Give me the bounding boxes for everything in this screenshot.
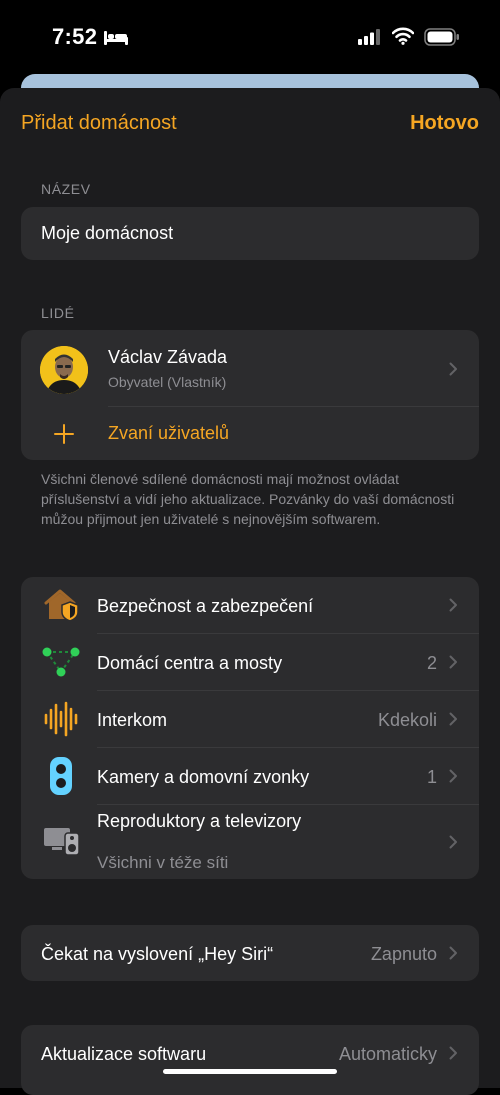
owner-row[interactable]: Václav Závada Obyvatel (Vlastník) xyxy=(21,330,479,407)
home-indicator[interactable] xyxy=(163,1069,337,1074)
settings-row-hubs[interactable]: Domácí centra a mosty 2 xyxy=(21,634,479,690)
plus-icon xyxy=(54,424,74,444)
chevron-right-icon xyxy=(449,835,457,849)
status-time: 7:52 xyxy=(52,24,98,49)
owner-role: Obyvatel (Vlastník) xyxy=(108,374,227,390)
done-button[interactable]: Hotovo xyxy=(410,112,479,135)
intercom-waveform-icon xyxy=(44,701,78,737)
chevron-right-icon xyxy=(449,362,457,376)
people-footer-note: Všichni členové sdílené domácnosti mají … xyxy=(41,471,455,527)
sheet-title: Přidat domácnost xyxy=(21,112,177,134)
settings-row-intercom[interactable]: Interkom Kdekoli xyxy=(21,691,479,747)
home-name-value[interactable]: Moje domácnost xyxy=(41,223,173,244)
chevron-right-icon xyxy=(449,946,457,960)
hey-siri-label: Čekat na vyslovení „Hey Siri“ xyxy=(41,944,274,964)
speakers-sublabel: Všichni v téže síti xyxy=(97,853,229,872)
chevron-right-icon xyxy=(449,655,457,669)
settings-label: Reproduktory a televizory xyxy=(97,811,302,831)
chevron-right-icon xyxy=(449,598,457,612)
home-settings-card: Bezpečnost a zabezpečení Domácí centra a… xyxy=(21,577,479,879)
house-shield-icon xyxy=(44,589,79,622)
hey-siri-value: Zapnuto xyxy=(370,944,437,964)
software-update-label: Aktualizace softwaru xyxy=(41,1044,207,1064)
avatar xyxy=(40,346,88,394)
people-section-header: LIDÉ xyxy=(41,305,75,321)
cameras-count: 1 xyxy=(426,767,437,787)
hubs-count: 2 xyxy=(426,653,437,673)
camera-icon xyxy=(50,757,72,795)
hey-siri-row[interactable]: Čekat na vyslovení „Hey Siri“ Zapnuto xyxy=(21,925,479,981)
speaker-tv-icon xyxy=(44,828,80,856)
cellular-signal-icon xyxy=(358,29,380,45)
settings-label: Bezpečnost a zabezpečení xyxy=(97,596,314,616)
chevron-right-icon xyxy=(449,712,457,726)
invite-users-row[interactable]: Zvaní uživatelů xyxy=(21,407,479,460)
software-update-value: Automaticky xyxy=(338,1044,437,1064)
sleep-bed-icon xyxy=(104,31,128,45)
settings-row-cameras[interactable]: Kamery a domovní zvonky 1 xyxy=(21,748,479,804)
invite-users-label[interactable]: Zvaní uživatelů xyxy=(108,423,229,444)
battery-icon xyxy=(424,28,459,46)
people-card: Václav Závada Obyvatel (Vlastník) Zvaní … xyxy=(21,330,479,460)
settings-row-security[interactable]: Bezpečnost a zabezpečení xyxy=(21,577,479,633)
person-photo-icon xyxy=(40,346,88,394)
wifi-icon xyxy=(392,27,414,45)
software-update-row[interactable]: Aktualizace softwaru Automaticky xyxy=(21,1025,479,1095)
home-name-field[interactable]: Moje domácnost xyxy=(21,207,479,260)
owner-name: Václav Závada xyxy=(108,347,228,367)
settings-row-speakers-tv[interactable]: Reproduktory a televizory Všichni v téže… xyxy=(21,805,479,879)
status-bar: 7:52 xyxy=(0,0,500,78)
settings-label: Kamery a domovní zvonky xyxy=(97,767,310,787)
intercom-value: Kdekoli xyxy=(377,710,437,730)
name-section-header: NÁZEV xyxy=(41,181,91,197)
chevron-right-icon xyxy=(449,769,457,783)
settings-label: Domácí centra a mosty xyxy=(97,653,283,673)
chevron-right-icon xyxy=(449,1046,457,1060)
hub-network-icon xyxy=(42,647,80,677)
settings-label: Interkom xyxy=(97,710,168,730)
